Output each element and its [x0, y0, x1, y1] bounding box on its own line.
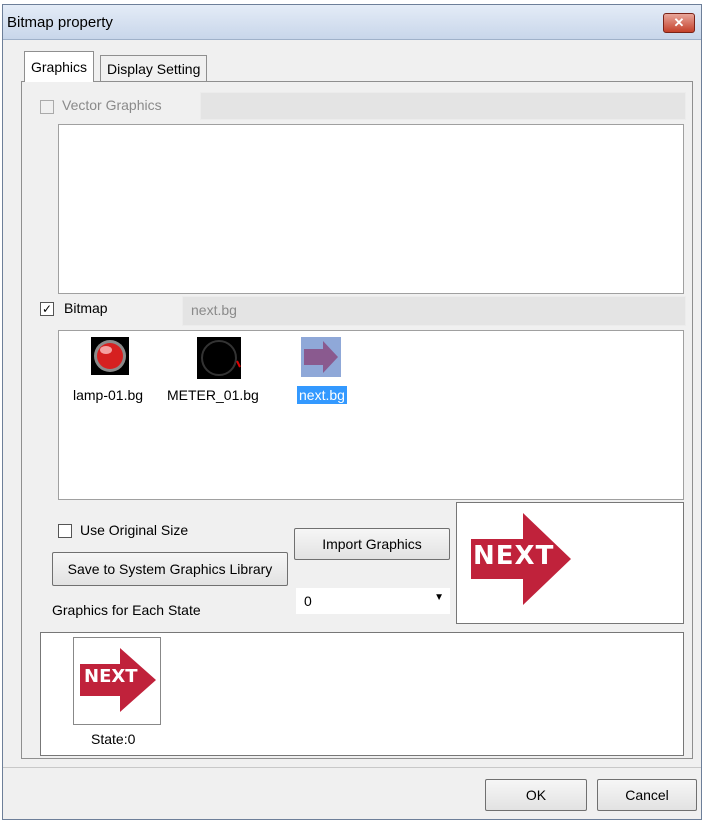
ok-label: OK — [525, 787, 547, 803]
bitmap-label: Bitmap — [64, 300, 108, 316]
bitmap-list[interactable]: lamp-01.bg METER_01.bg next.bg — [58, 330, 684, 500]
save-to-library-label: Save to System Graphics Library — [67, 561, 273, 577]
use-original-size-label: Use Original Size — [80, 522, 189, 538]
next-arrow-icon[interactable] — [301, 337, 341, 377]
import-graphics-label: Import Graphics — [322, 536, 422, 552]
tab-display-setting[interactable]: Display Setting — [100, 55, 208, 81]
tab-graphics-label: Graphics — [31, 59, 88, 75]
vector-graphics-list[interactable] — [58, 124, 684, 294]
bitmap-item-name[interactable]: lamp-01.bg — [73, 387, 143, 403]
state-label: State:0 — [91, 731, 136, 747]
graphics-each-state-label: Graphics for Each State — [52, 602, 201, 618]
import-graphics-button[interactable]: Import Graphics — [294, 528, 450, 560]
use-original-size-checkbox[interactable] — [58, 524, 72, 538]
preview-text: NEXT — [473, 541, 555, 571]
tab-graphics[interactable]: Graphics — [24, 51, 95, 82]
close-icon[interactable]: ✕ — [663, 13, 695, 33]
ok-button[interactable]: OK — [485, 779, 587, 811]
cancel-label: Cancel — [625, 787, 669, 803]
state-graphics-list[interactable]: NEXT State:0 — [40, 632, 684, 756]
bitmap-item-name-selected[interactable]: next.bg — [297, 386, 347, 404]
footer-divider — [3, 767, 701, 768]
state-select-value: 0 — [304, 593, 312, 609]
bitmap-name-field: next.bg — [182, 296, 686, 326]
bitmap-item-name[interactable]: METER_01.bg — [167, 387, 259, 403]
cancel-button[interactable]: Cancel — [597, 779, 697, 811]
state-thumbnail[interactable]: NEXT — [73, 637, 161, 725]
state-thumbnail-text: NEXT — [84, 666, 138, 687]
title-bar[interactable]: Bitmap property ✕ — [3, 5, 701, 40]
vector-graphics-label: Vector Graphics — [62, 97, 162, 113]
bitmap-checkbox[interactable]: ✓ — [40, 302, 54, 316]
state-select[interactable]: 0 ▼ — [296, 588, 450, 614]
vector-graphics-checkbox[interactable] — [40, 100, 54, 114]
window-title: Bitmap property — [7, 14, 113, 31]
graphics-preview: NEXT — [456, 502, 684, 624]
vector-graphics-field — [200, 92, 686, 120]
tab-display-setting-label: Display Setting — [107, 61, 201, 77]
graphics-tab-panel: Vector Graphics ✓ Bitmap next.bg lamp-01… — [21, 81, 693, 759]
red-lamp-icon[interactable] — [91, 337, 129, 375]
bitmap-name-value: next.bg — [191, 302, 237, 318]
save-to-library-button[interactable]: Save to System Graphics Library — [52, 552, 288, 586]
chevron-down-icon[interactable]: ▼ — [434, 592, 444, 603]
bitmap-property-dialog: Bitmap property ✕ Graphics Display Setti… — [2, 4, 702, 820]
meter-icon[interactable] — [197, 337, 241, 379]
